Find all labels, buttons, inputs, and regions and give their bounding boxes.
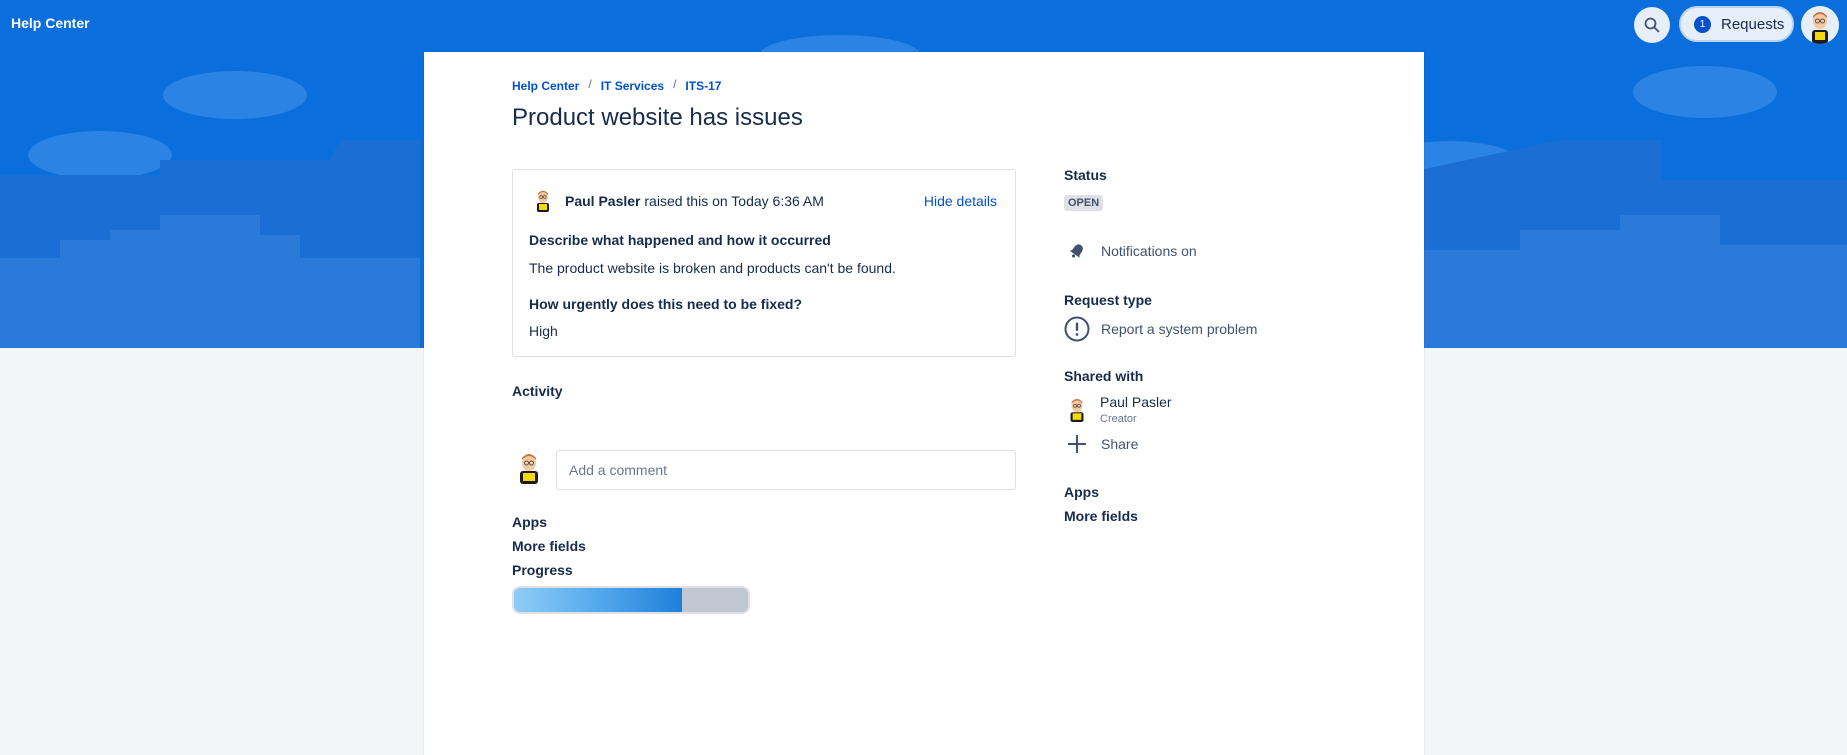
sidebar-more-fields-link[interactable]: More fields (1064, 508, 1138, 524)
requests-label: Requests (1721, 15, 1785, 33)
field-value: High (529, 323, 558, 339)
share-label: Share (1101, 436, 1139, 452)
avatar-icon (1801, 6, 1839, 44)
status-heading: Status (1064, 167, 1107, 183)
share-button[interactable]: Share (1064, 431, 1138, 457)
progress-label: Progress (512, 562, 573, 578)
apps-link[interactable]: Apps (512, 514, 547, 530)
status-badge: OPEN (1064, 195, 1104, 211)
breadcrumb-issue-key[interactable]: ITS-17 (685, 79, 721, 93)
commenter-avatar-icon (520, 454, 538, 484)
comment-input[interactable] (556, 450, 1016, 490)
raiser-avatar-icon (537, 190, 549, 212)
raised-by-line: Paul Pasler raised this on Today 6:36 AM (565, 193, 824, 209)
top-bar: Help Center 1 Requests (0, 0, 1847, 48)
request-type-value: Report a system problem (1101, 321, 1258, 337)
help-center-logo-link[interactable]: Help Center (11, 15, 90, 31)
page-title: Product website has issues (512, 104, 803, 131)
breadcrumb-it-services[interactable]: IT Services (601, 79, 664, 93)
more-fields-link[interactable]: More fields (512, 538, 586, 554)
breadcrumb: Help Center / IT Services / ITS-17 (512, 77, 721, 93)
plus-icon (1064, 431, 1090, 457)
breadcrumb-help-center[interactable]: Help Center (512, 79, 579, 93)
field-value: The product website is broken and produc… (529, 260, 896, 276)
shared-user-role: Creator (1100, 413, 1137, 425)
bell-icon (1064, 238, 1090, 264)
shared-user-avatar-icon (1070, 398, 1084, 422)
activity-heading: Activity (512, 383, 563, 399)
field-label: How urgently does this need to be fixed? (529, 296, 803, 312)
raiser-name[interactable]: Paul Pasler (565, 193, 641, 209)
shared-user-name: Paul Pasler (1100, 394, 1172, 410)
breadcrumb-separator: / (588, 77, 592, 91)
hide-details-link[interactable]: Hide details (924, 193, 997, 209)
notifications-toggle[interactable]: Notifications on (1064, 238, 1197, 264)
profile-avatar[interactable] (1801, 6, 1839, 44)
request-card: Help Center / IT Services / ITS-17 Produ… (424, 52, 1424, 755)
raised-text: raised this on Today 6:36 AM (644, 193, 824, 209)
notifications-label: Notifications on (1101, 243, 1197, 259)
progress-bar-fill (514, 588, 683, 612)
exclamation-circle-icon (1064, 316, 1090, 342)
requests-button[interactable]: 1 Requests (1679, 6, 1794, 42)
requests-count-badge: 1 (1694, 15, 1711, 33)
request-details: Paul Pasler raised this on Today 6:36 AM… (512, 169, 1016, 357)
progress-bar (512, 586, 750, 614)
shared-with-heading: Shared with (1064, 368, 1144, 384)
request-type-row: Report a system problem (1064, 316, 1257, 342)
search-icon (1644, 17, 1660, 33)
sidebar-apps-link[interactable]: Apps (1064, 484, 1099, 500)
search-button[interactable] (1634, 7, 1670, 43)
breadcrumb-separator: / (673, 77, 677, 91)
field-label: Describe what happened and how it occurr… (529, 232, 831, 248)
request-type-heading: Request type (1064, 292, 1152, 308)
